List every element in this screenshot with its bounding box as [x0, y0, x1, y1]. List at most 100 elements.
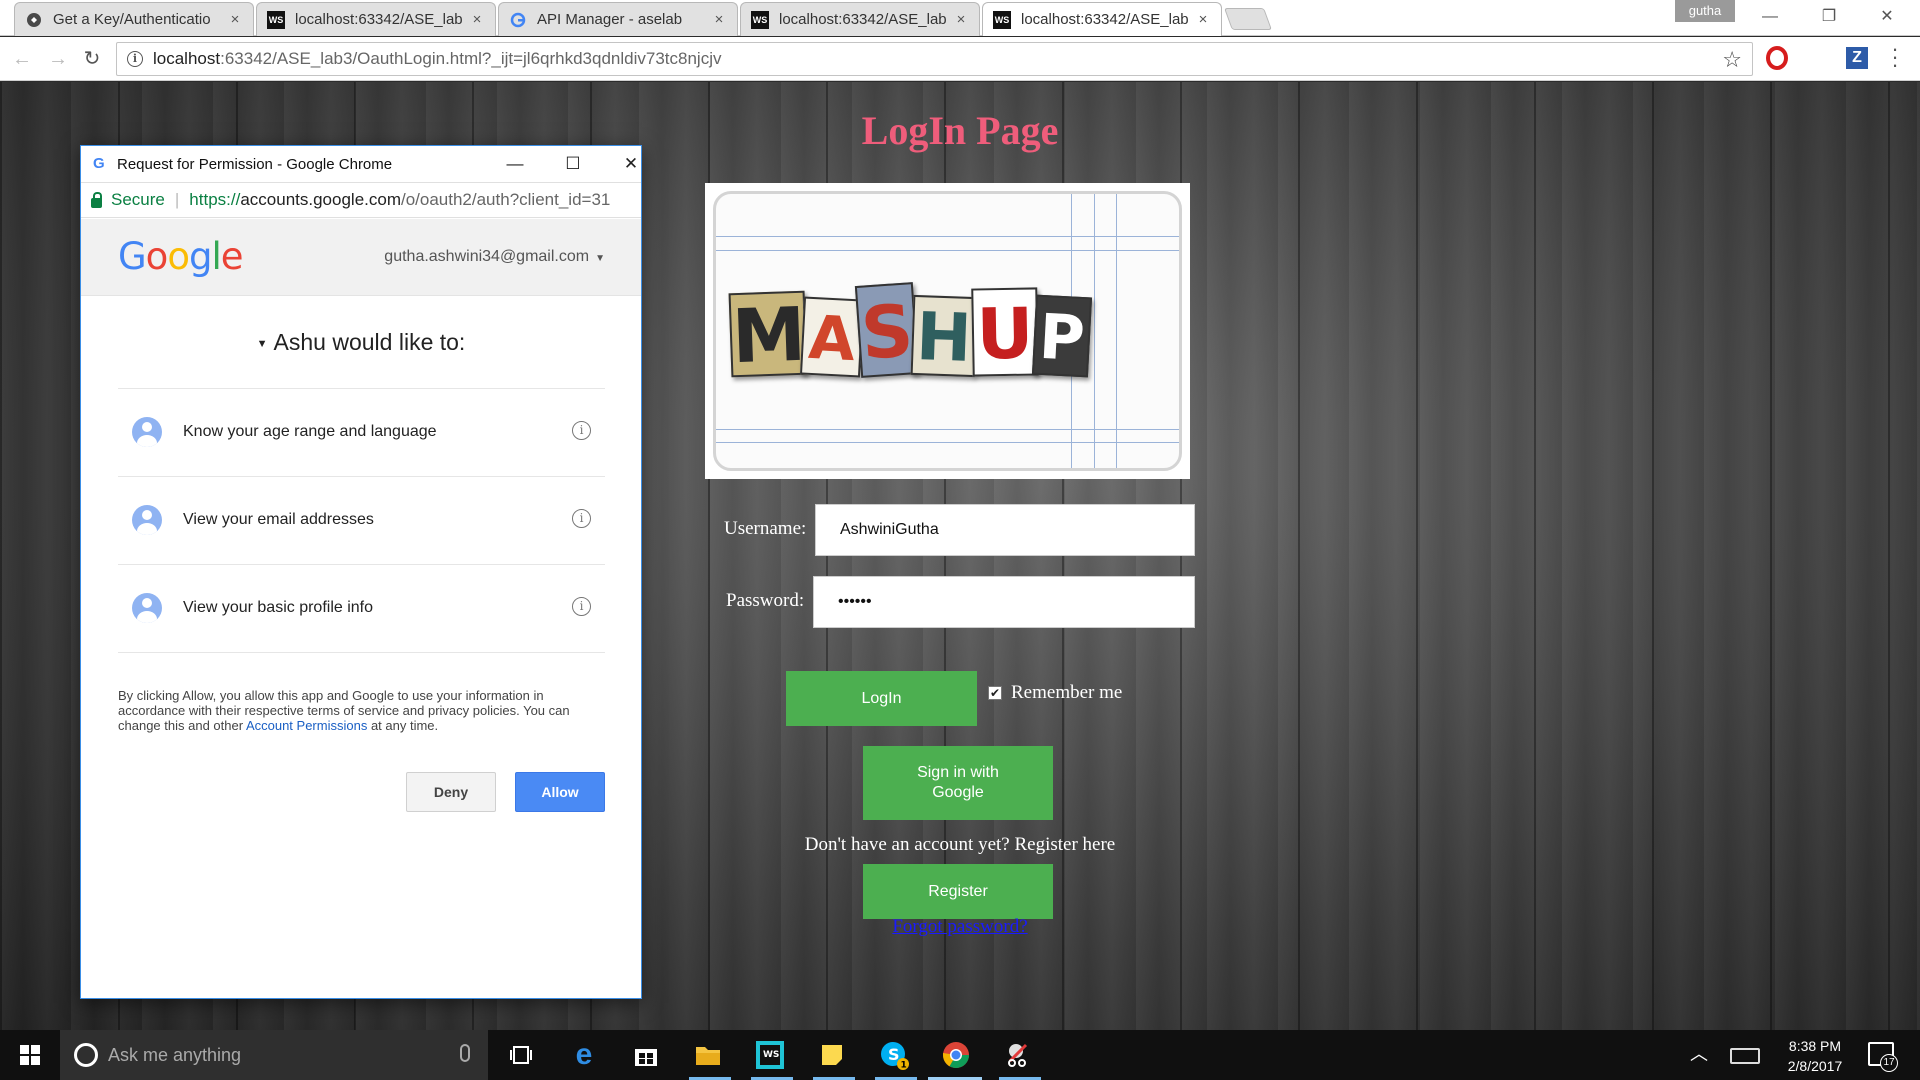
minimize-icon[interactable]: — — [1747, 0, 1793, 34]
mashup-wordmark: M A S H U P — [728, 280, 1093, 380]
page-info-icon[interactable]: i — [127, 51, 143, 67]
store-icon[interactable] — [629, 1038, 663, 1072]
microphone-icon[interactable] — [460, 1044, 470, 1062]
password-label: Password: — [726, 590, 805, 611]
clock-date: 2/8/2017 — [1787, 1058, 1843, 1074]
logo-letter: U — [971, 287, 1039, 377]
profile-button[interactable]: gutha — [1675, 0, 1735, 22]
remember-me-label: Remember me — [1011, 682, 1123, 703]
mashup-logo: M A S H U P — [705, 183, 1190, 479]
snipping-tool-icon[interactable] — [1001, 1038, 1035, 1072]
account-email: gutha.ashwini34@gmail.com — [384, 248, 590, 265]
account-permissions-link[interactable]: Account Permissions — [246, 718, 367, 733]
info-icon[interactable]: i — [572, 421, 591, 440]
google-signin-button[interactable]: Sign in with Google — [863, 746, 1053, 820]
browser-tab-strip: Get a Key/Authenticatio × WS localhost:6… — [0, 0, 1920, 36]
reload-icon[interactable]: ↻ — [78, 45, 106, 73]
forward-arrow-icon[interactable]: → — [44, 45, 72, 73]
cortana-search-box[interactable]: Ask me anything — [60, 1030, 488, 1080]
chrome-menu-icon[interactable]: · · · — [1890, 38, 1900, 76]
register-prompt: Don't have an account yet? Register here — [804, 834, 1116, 855]
url-host: accounts.google.com — [240, 190, 401, 209]
deny-button[interactable]: Deny — [406, 772, 496, 812]
close-icon[interactable]: ✕ — [1864, 0, 1910, 34]
logo-letter: H — [910, 294, 978, 378]
browser-toolbar: ← → ↻ i localhost:63342/ASE_lab3/OauthLo… — [0, 37, 1920, 81]
edge-browser-icon[interactable]: e — [567, 1038, 601, 1072]
tab-title: localhost:63342/ASE_lab — [1021, 11, 1189, 28]
popup-address-bar: Secure | https://accounts.google.com/o/o… — [81, 182, 641, 218]
browser-tab-5-active[interactable]: WS localhost:63342/ASE_lab × — [982, 2, 1222, 36]
tab-close-icon[interactable]: × — [227, 11, 243, 28]
url-path: :63342/ASE_lab3/OauthLogin.html?_ijt=jl6… — [220, 49, 722, 68]
info-icon[interactable]: i — [572, 597, 591, 616]
password-input[interactable]: •••••• — [813, 576, 1195, 628]
permission-item: View your basic profile info i — [118, 564, 605, 652]
webstorm-icon: WS — [267, 10, 285, 29]
oauth-permission-window: G Request for Permission - Google Chrome… — [80, 145, 642, 999]
show-hidden-icons-icon[interactable]: ︿ — [1690, 1040, 1708, 1066]
profile-avatar-icon — [132, 505, 162, 535]
account-switcher[interactable]: gutha.ashwini34@gmail.com ▼ — [384, 248, 605, 266]
windows-logo-icon — [20, 1045, 40, 1065]
close-icon[interactable]: ✕ — [607, 146, 655, 182]
google-g-icon — [509, 11, 527, 29]
back-arrow-icon[interactable]: ← — [8, 45, 36, 73]
browser-tab-3[interactable]: API Manager - aselab × — [498, 2, 738, 36]
tab-close-icon[interactable]: × — [469, 11, 485, 28]
svg-text:WS: WS — [763, 1050, 779, 1060]
tab-close-icon[interactable]: × — [711, 11, 727, 28]
file-explorer-icon[interactable] — [691, 1038, 725, 1072]
request-heading-text: Ashu would like to: — [273, 329, 466, 355]
address-bar[interactable]: i localhost:63342/ASE_lab3/OauthLogin.ht… — [116, 42, 1753, 76]
remember-me-checkbox[interactable]: ✔ — [988, 686, 1002, 700]
tab-title: localhost:63342/ASE_lab — [295, 11, 463, 28]
permission-request-heading[interactable]: ▼ Ashu would like to: — [81, 329, 641, 356]
forgot-password-link[interactable]: Forgot password? — [700, 916, 1220, 938]
start-button[interactable] — [0, 1030, 60, 1080]
skype-icon[interactable]: S1 — [877, 1038, 911, 1072]
tab-close-icon[interactable]: × — [1195, 11, 1211, 28]
browser-tab-2[interactable]: WS localhost:63342/ASE_lab × — [256, 2, 496, 36]
login-button[interactable]: LogIn — [786, 671, 977, 726]
tab-title: localhost:63342/ASE_lab — [779, 11, 947, 28]
info-icon[interactable]: i — [572, 509, 591, 528]
system-clock[interactable]: 8:38 PM 2/8/2017 — [1770, 1036, 1860, 1076]
popup-window-title: Request for Permission - Google Chrome — [117, 155, 393, 173]
maximize-icon[interactable]: ☐ — [549, 146, 597, 182]
browser-tab-4[interactable]: WS localhost:63342/ASE_lab × — [740, 2, 980, 36]
chrome-icon[interactable] — [939, 1038, 973, 1072]
clock-time: 8:38 PM — [1788, 1038, 1842, 1054]
windows-taskbar: Ask me anything e WS S1 ︿ 8:38 PM 2/8/20… — [0, 1030, 1920, 1080]
restore-icon[interactable]: ❐ — [1806, 0, 1852, 34]
new-tab-button[interactable] — [1223, 8, 1273, 30]
notification-count-badge: 17 — [1880, 1054, 1898, 1072]
popup-titlebar: G Request for Permission - Google Chrome… — [81, 146, 641, 182]
username-input[interactable]: AshwiniGutha — [815, 504, 1195, 556]
url-host: localhost — [153, 49, 221, 68]
register-button[interactable]: Register — [863, 864, 1053, 919]
permission-label: View your email addresses — [183, 511, 374, 528]
minimize-icon[interactable]: — — [491, 146, 539, 182]
touch-keyboard-icon[interactable] — [1730, 1048, 1760, 1064]
google-logo: Google — [118, 235, 243, 278]
tab-close-icon[interactable]: × — [953, 11, 969, 28]
opera-extension-icon[interactable] — [1766, 46, 1788, 70]
allow-button[interactable]: Allow — [515, 772, 605, 812]
sticky-notes-icon[interactable] — [815, 1038, 849, 1072]
google-account-header: Google gutha.ashwini34@gmail.com ▼ — [81, 219, 641, 296]
username-label: Username: — [724, 518, 807, 539]
bookmark-star-icon[interactable]: ☆ — [1722, 47, 1742, 73]
logo-letter: P — [1031, 294, 1093, 378]
logo-letter: M — [728, 290, 808, 380]
tab-title: API Manager - aselab — [537, 11, 683, 28]
permission-item: View your email addresses i — [118, 476, 605, 564]
webstorm-app-icon[interactable]: WS — [753, 1038, 787, 1072]
logo-letter: A — [800, 296, 864, 378]
task-view-icon[interactable] — [504, 1038, 538, 1072]
chevron-down-icon: ▼ — [595, 253, 605, 264]
google-dev-icon — [25, 11, 43, 29]
zotero-extension-icon[interactable]: Z — [1846, 47, 1868, 69]
browser-tab-1[interactable]: Get a Key/Authenticatio × — [14, 2, 254, 36]
url-scheme: https:// — [189, 190, 241, 209]
